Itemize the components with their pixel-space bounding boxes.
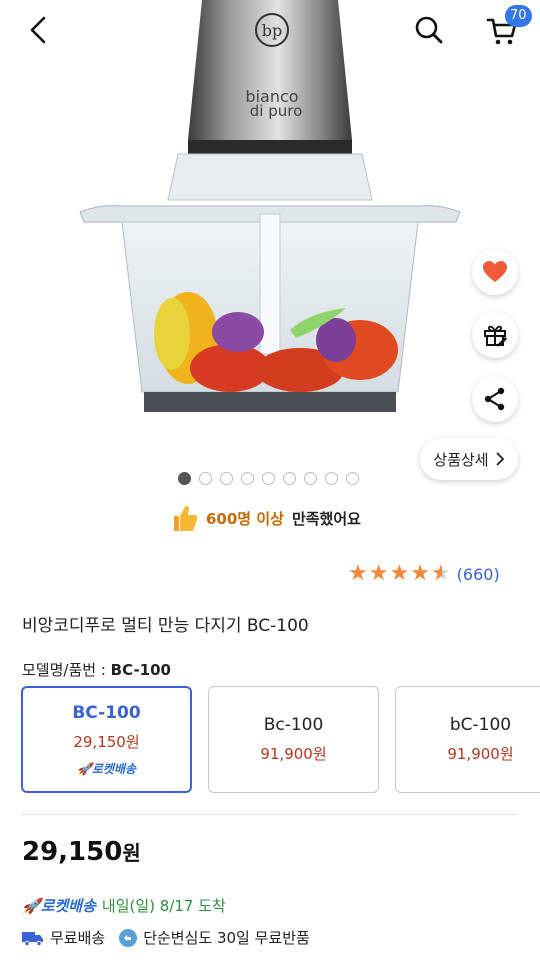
food-chopper-illustration: bp bianco di puro xyxy=(79,0,461,412)
free-shipping-text: 무료배송 xyxy=(50,929,106,947)
option-name: BC-100 xyxy=(72,702,141,723)
option-price: 91,900원 xyxy=(260,745,327,763)
price-unit: 원 xyxy=(122,841,141,865)
carousel-dot[interactable] xyxy=(304,472,317,485)
carousel-dot[interactable] xyxy=(283,472,296,485)
star-full-icon: ★ xyxy=(348,561,368,586)
carousel-dot[interactable] xyxy=(325,472,338,485)
product-detail-button[interactable]: 상품상세 xyxy=(420,438,518,480)
delivery-info: 🚀로켓배송 내일(일) 8/17 도착 xyxy=(22,895,226,916)
carousel-dots[interactable] xyxy=(178,472,359,485)
model-value: BC-100 xyxy=(110,661,171,679)
carousel-dot[interactable] xyxy=(346,472,359,485)
option-name: Bc-100 xyxy=(263,715,324,735)
back-button[interactable] xyxy=(20,12,56,48)
thumbs-up-icon xyxy=(174,505,198,531)
option-rocket-label: 로켓배송 xyxy=(91,761,137,776)
option-rocket-badge: 🚀로켓배송 xyxy=(77,760,136,777)
rocket-delivery-label: 로켓배송 xyxy=(40,897,96,915)
option-price: 91,900원 xyxy=(447,745,514,763)
carousel-dot[interactable] xyxy=(262,472,275,485)
rocket-delivery-badge: 🚀로켓배송 xyxy=(22,895,96,916)
gift-button[interactable] xyxy=(472,312,518,358)
model-label: 모델명/품번 : BC-100 xyxy=(22,659,171,680)
share-icon xyxy=(484,387,505,411)
satisfaction-text: 만족했어요 xyxy=(291,509,361,528)
carousel-dot[interactable] xyxy=(199,472,212,485)
product-detail-label: 상품상세 xyxy=(433,450,489,469)
delivery-date: 내일(일) 8/17 도착 xyxy=(101,897,226,915)
option-name: bC-100 xyxy=(449,715,512,735)
star-rating: ★ ★ ★ ★ ★ xyxy=(348,563,451,585)
cart-count-badge: 70 xyxy=(505,5,532,27)
satisfaction-banner: 600명 이상 만족했어요 xyxy=(172,502,361,534)
top-bar: 70 xyxy=(0,0,540,60)
return-policy-text: 단순변심도 30일 무료반품 xyxy=(143,929,310,947)
heart-icon xyxy=(483,261,507,282)
chevron-left-icon xyxy=(30,16,46,44)
model-label-text: 모델명/품번 : xyxy=(22,661,111,679)
price-amount: 29,150 xyxy=(22,837,123,867)
gift-icon xyxy=(484,325,507,347)
option-card-1[interactable]: BC-100 29,150원 🚀로켓배송 xyxy=(21,686,192,793)
return-icon xyxy=(119,928,138,947)
rocket-icon: 🚀 xyxy=(22,897,41,915)
product-title: 비앙코디푸로 멀티 만능 다지기 BC-100 xyxy=(22,616,309,636)
rating[interactable]: ★ ★ ★ ★ ★ (660) xyxy=(348,563,500,585)
carousel-dot[interactable] xyxy=(220,472,233,485)
satisfaction-count: 600명 이상 xyxy=(206,509,284,528)
share-button[interactable] xyxy=(472,376,518,422)
search-icon xyxy=(415,16,443,44)
brand-name-line2: di puro xyxy=(250,102,303,120)
sale-price: 29,150원 xyxy=(22,837,141,867)
shipping-info: 무료배송 단순변심도 30일 무료반품 xyxy=(22,927,310,948)
star-half-icon: ★ xyxy=(430,561,451,586)
option-card-3[interactable]: bC-100 91,900원 xyxy=(395,686,540,793)
carousel-dot[interactable] xyxy=(178,472,191,485)
divider xyxy=(22,814,518,815)
truck-icon xyxy=(22,930,44,946)
like-button[interactable] xyxy=(472,249,518,295)
review-count-link[interactable]: (660) xyxy=(457,565,500,584)
chevron-right-icon xyxy=(495,452,504,466)
star-full-icon: ★ xyxy=(410,561,430,586)
rocket-icon: 🚀 xyxy=(76,761,92,776)
search-button[interactable] xyxy=(410,11,448,49)
option-price: 29,150원 xyxy=(73,732,140,751)
option-card-2[interactable]: Bc-100 91,900원 xyxy=(208,686,379,793)
star-full-icon: ★ xyxy=(389,561,410,586)
product-image[interactable]: bp bianco di puro xyxy=(60,0,480,460)
carousel-dot[interactable] xyxy=(241,472,254,485)
star-full-icon: ★ xyxy=(368,561,389,586)
